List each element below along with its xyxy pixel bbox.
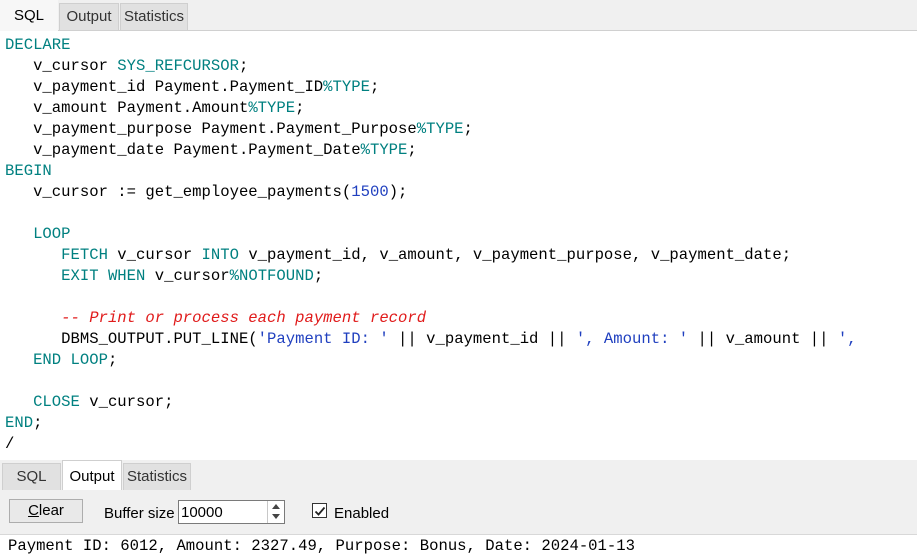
code-token: || v_payment_id || [388, 330, 576, 348]
code-token: EXIT WHEN [61, 267, 146, 285]
spinner-arrows [267, 501, 284, 523]
tab-statistics[interactable]: Statistics [120, 3, 188, 30]
tab-output-label: Output [66, 8, 112, 25]
code-token: ; [238, 57, 249, 75]
code-token: 1500 [351, 183, 389, 201]
code-token: ; [33, 414, 43, 432]
code-token: v_cursor := get_employee_payments( [5, 183, 352, 201]
sql-code[interactable]: DECLARE v_cursor SYS_REFCURSOR; v_paymen… [5, 35, 857, 455]
code-token: v_cursor; [79, 393, 174, 411]
code-token: ; [107, 351, 118, 369]
code-token: ; [313, 267, 324, 285]
code-token: v_payment_date Payment.Payment_Date [5, 141, 361, 159]
tab-output[interactable]: Output [59, 3, 119, 30]
code-string: ', Amount: ' [575, 330, 689, 348]
code-token: DBMS_OUTPUT.PUT_LINE( [5, 330, 258, 348]
code-token: %TYPE [416, 120, 464, 138]
code-string: ', [837, 330, 857, 348]
code-token: BEGIN [5, 162, 52, 180]
top-tab-bar: SQL Output Statistics [0, 0, 917, 31]
code-token: v_payment_id Payment.Payment_ID [5, 78, 324, 96]
tab-statistics-bottom[interactable]: Statistics [123, 463, 191, 490]
code-token: END [5, 414, 34, 432]
code-token: v_amount Payment.Amount [5, 99, 249, 117]
clear-button-label: lear [38, 502, 64, 519]
bottom-tab-bar: SQL Output Statistics [0, 460, 917, 491]
code-token: FETCH [61, 246, 108, 264]
tab-sql[interactable]: SQL [0, 0, 58, 31]
code-token: ; [369, 78, 380, 96]
tab-sql-label: SQL [13, 7, 44, 24]
output-toolbar: Clear Buffer size Enabled [0, 490, 917, 534]
code-token: v_payment_id, v_amount, v_payment_purpos… [238, 246, 792, 264]
code-token: END LOOP [33, 351, 108, 369]
code-token: / [5, 435, 15, 453]
sql-editor[interactable]: DECLARE v_cursor SYS_REFCURSOR; v_paymen… [0, 31, 917, 459]
output-line: Payment ID: 6012, Amount: 2327.49, Purpo… [8, 537, 635, 555]
code-token: || v_amount || [688, 330, 838, 348]
code-token: %TYPE [323, 78, 370, 96]
clear-button-mnemonic: C [28, 502, 39, 519]
code-token: v_payment_purpose Payment.Payment_Purpos… [5, 120, 417, 138]
code-token: DECLARE [5, 36, 71, 54]
code-token: %NOTFOUND [229, 267, 314, 285]
dbms-output-panel[interactable]: Payment ID: 6012, Amount: 2327.49, Purpo… [0, 534, 917, 557]
code-token: ; [463, 120, 473, 138]
buffer-size-input[interactable] [181, 502, 265, 522]
code-comment: -- Print or process each payment record [61, 309, 427, 327]
enabled-label: Enabled [334, 505, 390, 522]
code-token: ; [407, 141, 417, 159]
code-token: CLOSE [33, 393, 80, 411]
tab-statistics-label: Statistics [123, 8, 184, 25]
code-token: v_cursor [5, 57, 118, 75]
spinner-down-icon[interactable] [272, 514, 280, 519]
checkmark-icon [314, 506, 326, 516]
code-token: SYS_REFCURSOR [117, 57, 239, 75]
code-token: %TYPE [248, 99, 296, 117]
code-token: ); [388, 183, 408, 201]
code-string: 'Payment ID: ' [257, 330, 389, 348]
enabled-checkbox[interactable] [312, 503, 327, 518]
spinner-up-icon[interactable] [272, 504, 280, 509]
code-token: INTO [201, 246, 239, 264]
code-token: %TYPE [360, 141, 408, 159]
tab-sql-bottom[interactable]: SQL [2, 463, 61, 490]
code-token: v_cursor [145, 267, 230, 285]
tab-statistics-bottom-label: Statistics [126, 468, 187, 485]
buffer-size-label: Buffer size [104, 505, 175, 522]
code-token: ; [295, 99, 305, 117]
code-token: LOOP [33, 225, 71, 243]
tab-output-bottom-label: Output [69, 468, 115, 485]
tab-output-bottom[interactable]: Output [62, 460, 122, 491]
buffer-size-spinner[interactable] [178, 500, 285, 524]
code-token: v_cursor [107, 246, 202, 264]
tab-sql-bottom-label: SQL [16, 468, 47, 485]
clear-button[interactable]: Clear [9, 499, 83, 523]
